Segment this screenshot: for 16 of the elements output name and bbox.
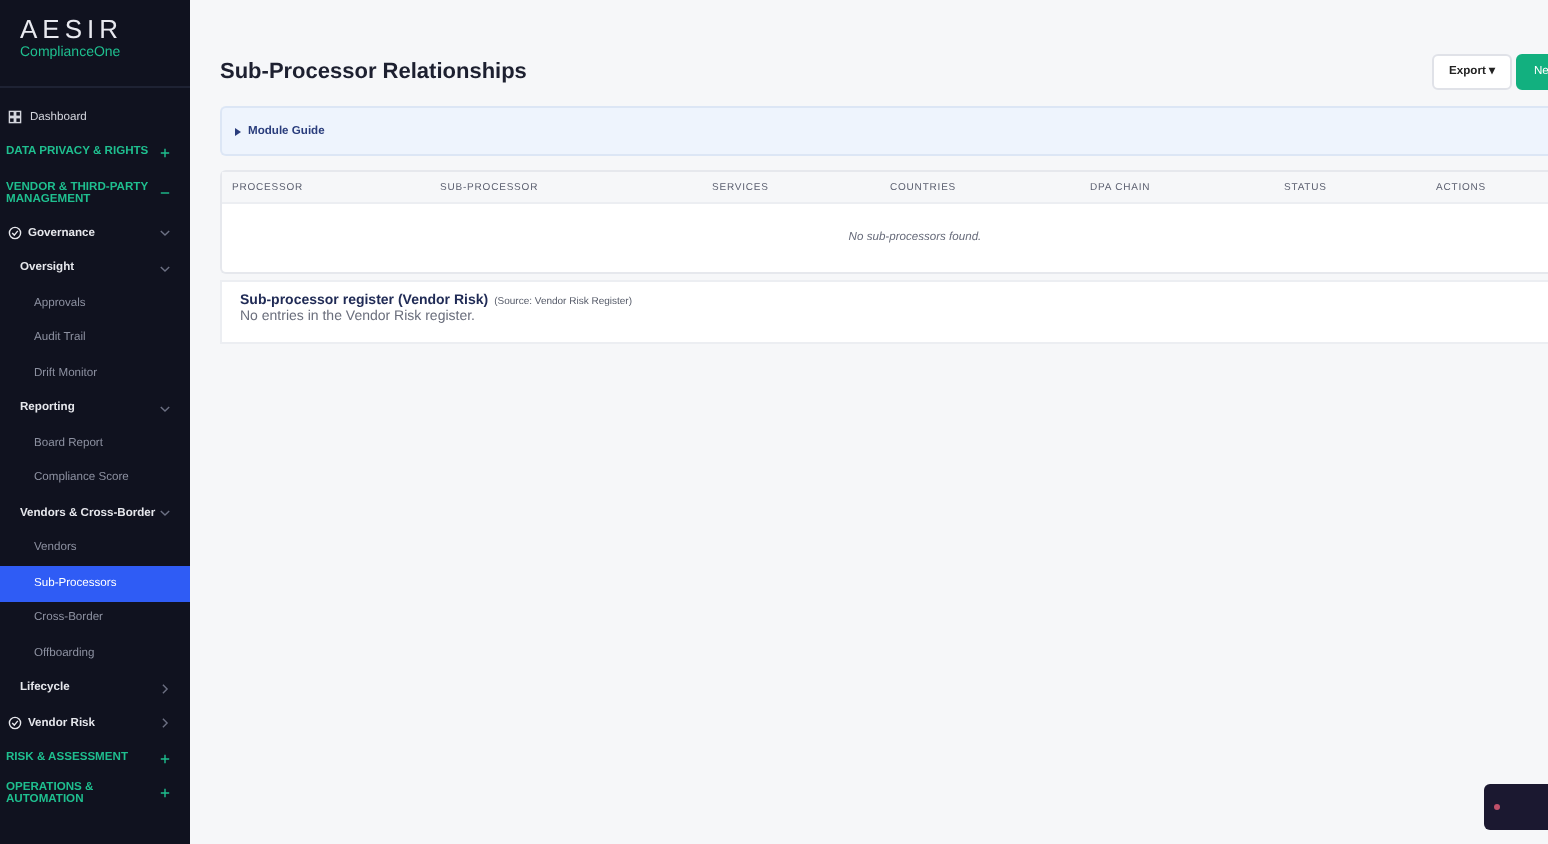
chevron-icon (158, 401, 172, 416)
plus-icon (158, 751, 172, 766)
grid-icon (8, 110, 22, 125)
minus-icon (158, 186, 172, 200)
plus-icon (158, 145, 172, 160)
dot-icon (1494, 804, 1500, 810)
chevron-icon (158, 261, 172, 276)
chevron-icon (158, 506, 172, 521)
page-title: Sub-Processor Relationships (220, 59, 529, 83)
chevron-icon (158, 681, 172, 696)
plus-icon (158, 786, 172, 801)
caret-right-icon (234, 127, 242, 135)
chevron-icon (158, 716, 172, 731)
chevron-icon (158, 226, 172, 241)
check-circle-icon (8, 226, 22, 241)
check-circle-icon (8, 716, 22, 731)
